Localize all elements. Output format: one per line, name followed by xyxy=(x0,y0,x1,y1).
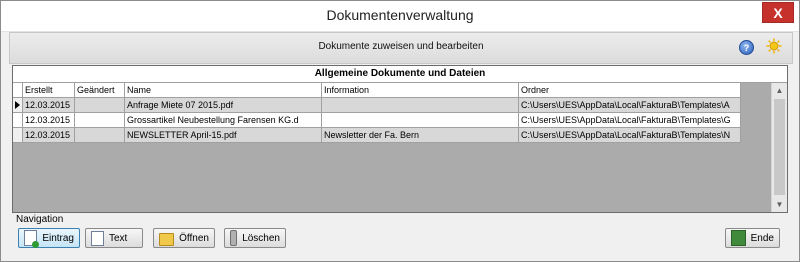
text-button[interactable]: Text xyxy=(85,228,143,248)
cell-name[interactable]: Grossartikel Neubestellung Farensen KG.d xyxy=(125,113,322,128)
window-title: Dokumentenverwaltung xyxy=(326,7,474,23)
cell-ordner[interactable]: C:\Users\UES\AppData\Local\FakturaB\Temp… xyxy=(519,113,741,128)
header-bar: Dokumente zuweisen und bearbeiten ? xyxy=(9,32,793,64)
cell-information[interactable] xyxy=(322,113,519,128)
table-row[interactable]: 12.03.2015 Anfrage Miete 07 2015.pdf C:\… xyxy=(13,98,741,113)
column-header-ordner[interactable]: Ordner xyxy=(519,83,741,98)
column-header-name[interactable]: Name xyxy=(125,83,322,98)
table-row[interactable]: 12.03.2015 Grossartikel Neubestellung Fa… xyxy=(13,113,741,128)
column-header-geaendert[interactable]: Geändert xyxy=(75,83,125,98)
scroll-up-icon[interactable]: ▲ xyxy=(772,83,787,98)
text-button-label: Text xyxy=(109,232,128,244)
oeffnen-button-label: Öffnen xyxy=(179,232,209,244)
window: Dokumentenverwaltung X Dokumente zuweise… xyxy=(0,0,800,262)
settings-sun-icon[interactable] xyxy=(766,38,782,54)
cell-erstellt[interactable]: 12.03.2015 xyxy=(23,128,75,143)
cell-name[interactable]: NEWSLETTER April-15.pdf xyxy=(125,128,322,143)
cell-geaendert[interactable] xyxy=(75,98,125,113)
cell-name[interactable]: Anfrage Miete 07 2015.pdf xyxy=(125,98,322,113)
table-header-row: Erstellt Geändert Name Information Ordne… xyxy=(13,83,741,98)
loeschen-button-label: Löschen xyxy=(242,232,280,244)
ende-button-label: Ende xyxy=(750,232,774,244)
cell-ordner[interactable]: C:\Users\UES\AppData\Local\FakturaB\Temp… xyxy=(519,98,741,113)
folder-open-icon xyxy=(159,232,175,246)
header-subtitle: Dokumente zuweisen und bearbeiten xyxy=(318,41,484,52)
navigation-label: Navigation xyxy=(16,214,64,225)
close-icon: X xyxy=(773,4,783,21)
vertical-scrollbar[interactable]: ▲ ▼ xyxy=(771,83,787,212)
header-row-selector xyxy=(13,83,23,98)
table-row[interactable]: 12.03.2015 NEWSLETTER April-15.pdf Newsl… xyxy=(13,128,741,143)
help-icon[interactable]: ? xyxy=(739,40,754,55)
column-header-erstellt[interactable]: Erstellt xyxy=(23,83,75,98)
oeffnen-button[interactable]: Öffnen xyxy=(153,228,215,248)
scrollbar-thumb[interactable] xyxy=(774,99,785,195)
cell-erstellt[interactable]: 12.03.2015 xyxy=(23,98,75,113)
text-document-icon xyxy=(91,230,104,246)
cell-geaendert[interactable] xyxy=(75,128,125,143)
documents-table: Allgemeine Dokumente und Dateien Erstell… xyxy=(12,65,788,213)
eintrag-button[interactable]: Eintrag xyxy=(18,228,80,248)
delete-icon xyxy=(230,230,238,246)
title-bar: Dokumentenverwaltung X xyxy=(1,1,799,32)
row-selector[interactable] xyxy=(13,98,23,113)
ende-button[interactable]: Ende xyxy=(725,228,780,248)
cell-information[interactable]: Newsletter der Fa. Bern xyxy=(322,128,519,143)
add-entry-icon xyxy=(24,230,40,248)
column-header-information[interactable]: Information xyxy=(322,83,519,98)
cell-geaendert[interactable] xyxy=(75,113,125,128)
scroll-down-icon[interactable]: ▼ xyxy=(772,197,787,212)
cell-erstellt[interactable]: 12.03.2015 xyxy=(23,113,75,128)
exit-icon xyxy=(731,230,746,246)
current-row-arrow-icon xyxy=(15,101,20,109)
row-selector[interactable] xyxy=(13,128,23,143)
eintrag-button-label: Eintrag xyxy=(42,232,74,244)
close-button[interactable]: X xyxy=(762,2,794,23)
table-caption: Allgemeine Dokumente und Dateien xyxy=(13,66,787,83)
cell-ordner[interactable]: C:\Users\UES\AppData\Local\FakturaB\Temp… xyxy=(519,128,741,143)
cell-information[interactable] xyxy=(322,98,519,113)
loeschen-button[interactable]: Löschen xyxy=(224,228,286,248)
row-selector[interactable] xyxy=(13,113,23,128)
